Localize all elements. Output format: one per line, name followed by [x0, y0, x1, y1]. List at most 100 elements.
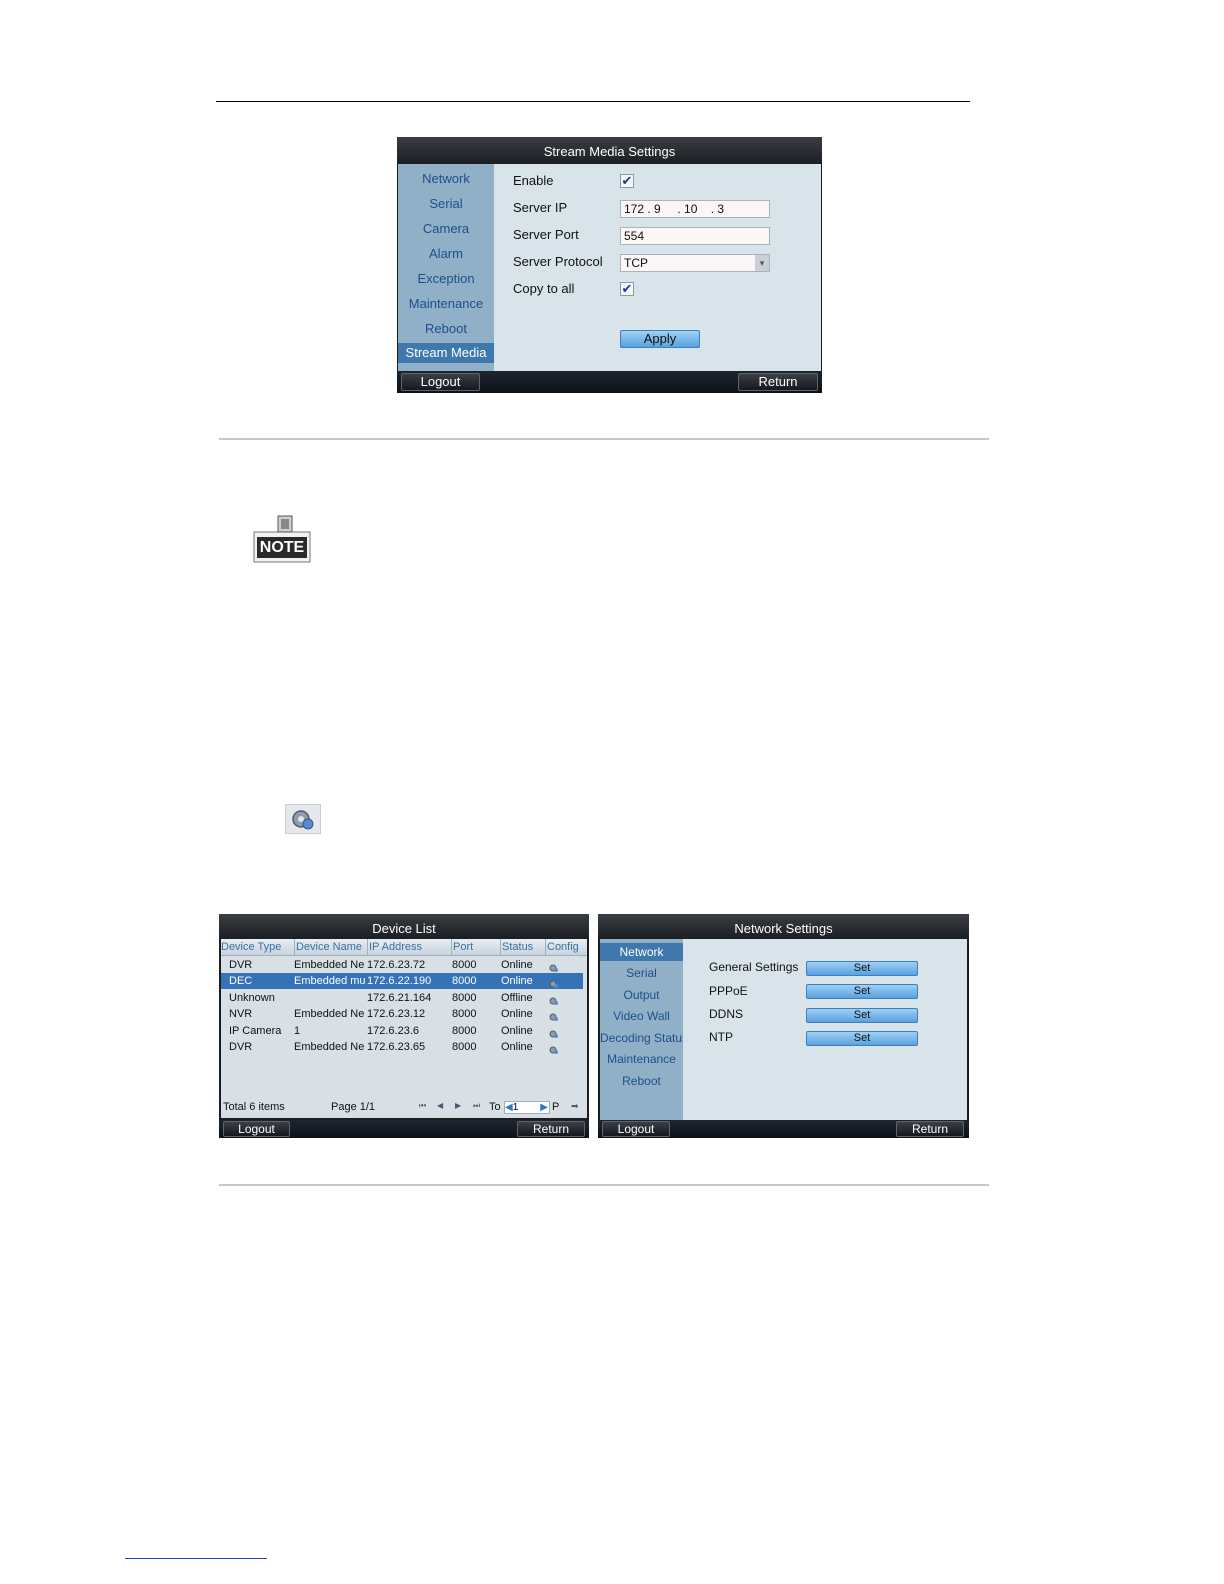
next-page-icon[interactable]: ▶	[455, 1101, 461, 1110]
sidebar-item-decoding-status[interactable]: Decoding Status	[600, 1031, 688, 1047]
return-button[interactable]: Return	[517, 1121, 585, 1137]
sidebar-item-network[interactable]: Network	[600, 943, 683, 961]
note-icon-text: NOTE	[259, 539, 305, 556]
col-device-name[interactable]: Device Name	[294, 939, 368, 955]
table-row[interactable]: IP Camera 1 172.6.23.6 8000 Online	[221, 1023, 583, 1039]
page-indicator: Page 1/1	[331, 1101, 376, 1113]
sidebar-item-exception[interactable]: Exception	[398, 271, 494, 287]
last-page-icon[interactable]: ⏭	[473, 1101, 480, 1111]
col-status[interactable]: Status	[500, 939, 544, 955]
cell-ip-address: 172.6.23.65	[367, 1041, 426, 1053]
first-page-icon[interactable]: ⏮	[419, 1101, 426, 1111]
table-row[interactable]: Unknown 172.6.21.164 8000 Offline	[221, 990, 583, 1006]
sidebar-item-maintenance[interactable]: Maintenance	[600, 1052, 683, 1068]
device-table-panel: Device Type Device Name IP Address Port …	[221, 939, 587, 1118]
cell-device-type: DVR	[229, 1041, 253, 1053]
table-row[interactable]: DVR Embedded Ne 172.6.23.72 8000 Online	[221, 957, 583, 973]
col-config[interactable]: Config	[545, 939, 585, 955]
config-gear-icon[interactable]	[549, 1009, 559, 1022]
network-sidebar: Network Serial Output Video Wall Decodin…	[600, 939, 688, 1120]
config-gear-icon[interactable]	[549, 993, 559, 1005]
cell-port: 8000	[452, 975, 477, 988]
table-row[interactable]: DEC Embedded mu 172.6.22.190 8000 Online	[221, 973, 583, 990]
stream-media-dialog: Stream Media Settings Network Serial Cam…	[397, 137, 822, 393]
copy-to-all-label: Copy to all	[513, 281, 575, 296]
config-gear-icon[interactable]	[549, 1026, 559, 1038]
cell-ip-address: 172.6.23.12	[367, 1008, 426, 1021]
page-input-left-icon[interactable]: ◀	[505, 1102, 513, 1113]
server-ip-label: Server IP	[513, 200, 568, 215]
cell-ip-address: 172.6.21.164	[367, 991, 432, 1004]
sidebar-item-alarm[interactable]: Alarm	[398, 246, 494, 262]
cell-device-type: DEC	[229, 975, 253, 988]
prev-page-icon[interactable]: ◀	[437, 1101, 443, 1110]
enable-checkbox[interactable]: ✔	[620, 174, 634, 188]
sidebar-item-serial[interactable]: Serial	[600, 966, 683, 982]
sidebar-item-video-wall[interactable]: Video Wall	[600, 1009, 683, 1025]
table-row[interactable]: DVR Embedded Ne 172.6.23.65 8000 Online	[221, 1039, 583, 1055]
footer-link-rule	[125, 1558, 267, 1559]
return-button[interactable]: Return	[738, 373, 818, 391]
sidebar-item-reboot[interactable]: Reboot	[398, 321, 494, 337]
page-input[interactable]: ◀1 ▶	[504, 1101, 550, 1114]
cell-port: 8000	[452, 1024, 477, 1037]
table-row[interactable]: NVR Embedded Ne 172.6.23.12 8000 Online	[221, 1006, 583, 1022]
chevron-down-icon[interactable]: ▾	[755, 255, 769, 271]
go-arrow-icon[interactable]: ➡	[571, 1101, 579, 1112]
col-device-type[interactable]: Device Type	[221, 939, 293, 955]
cell-device-name: 1	[294, 1024, 301, 1037]
sidebar: Network Serial Camera Alarm Exception Ma…	[398, 164, 494, 371]
sidebar-item-output[interactable]: Output	[600, 988, 683, 1004]
col-ip-address[interactable]: IP Address	[367, 939, 451, 955]
col-port[interactable]: Port	[451, 939, 499, 955]
config-gear-icon[interactable]	[549, 960, 559, 972]
cell-device-name: Embedded Ne	[294, 959, 365, 971]
cell-port: 8000	[452, 1008, 477, 1021]
logout-button[interactable]: Logout	[223, 1121, 290, 1137]
settings-panel: Enable ✔ Server IP 172 . 9 . 10 . 3 Serv…	[494, 164, 821, 371]
pppoe-set-button[interactable]: Set	[806, 984, 918, 999]
cell-ip-address: 172.6.22.190	[367, 975, 432, 988]
return-button[interactable]: Return	[896, 1121, 964, 1137]
cell-ip-address: 172.6.23.6	[367, 1024, 419, 1037]
cell-status: Online	[501, 959, 533, 971]
sidebar-item-stream-media[interactable]: Stream Media	[398, 343, 494, 363]
server-protocol-select[interactable]: TCP ▾	[620, 254, 770, 272]
cell-port: 8000	[452, 959, 477, 971]
device-list-title: Device List	[219, 914, 589, 939]
general-settings-label: General Settings	[709, 960, 799, 974]
config-gear-icon[interactable]	[549, 976, 559, 989]
sidebar-item-maintenance[interactable]: Maintenance	[398, 296, 494, 312]
cell-port: 8000	[452, 1041, 477, 1053]
cell-device-type: Unknown	[229, 991, 275, 1004]
device-list-dialog: Device List Device Type Device Name IP A…	[219, 914, 589, 1138]
config-gear-icon[interactable]	[549, 1042, 559, 1054]
total-items: Total 6 items	[223, 1101, 285, 1113]
ddns-set-button[interactable]: Set	[806, 1008, 918, 1023]
apply-button[interactable]: Apply	[620, 330, 700, 348]
cell-device-name: Embedded mu	[294, 975, 366, 988]
device-table-body: DVR Embedded Ne 172.6.23.72 8000 Online DEC Em…	[221, 957, 587, 1067]
enable-label: Enable	[513, 173, 554, 188]
network-settings-title: Network Settings	[598, 914, 969, 939]
ddns-label: DDNS	[709, 1007, 744, 1021]
device-list-footer: Logout Return	[219, 1120, 589, 1138]
figure-rule-bottom	[219, 1184, 989, 1186]
dialog-footer: Logout Return	[397, 371, 822, 393]
cell-device-type: NVR	[229, 1008, 253, 1021]
copy-to-all-checkbox[interactable]: ✔	[620, 282, 634, 296]
cell-device-name: Embedded Ne	[294, 1008, 365, 1021]
logout-button[interactable]: Logout	[602, 1121, 670, 1137]
general-settings-set-button[interactable]: Set	[806, 961, 918, 976]
sidebar-item-reboot[interactable]: Reboot	[600, 1074, 683, 1090]
ntp-set-button[interactable]: Set	[806, 1031, 918, 1046]
logout-button[interactable]: Logout	[401, 373, 480, 391]
sidebar-item-serial[interactable]: Serial	[398, 196, 494, 212]
sidebar-item-camera[interactable]: Camera	[398, 221, 494, 237]
cell-ip-address: 172.6.23.72	[367, 959, 426, 971]
server-ip-field[interactable]: 172 . 9 . 10 . 3	[620, 200, 770, 218]
sidebar-item-network[interactable]: Network	[398, 171, 494, 187]
cell-status: Online	[501, 1041, 533, 1053]
page-input-right-icon[interactable]: ▶	[540, 1102, 548, 1113]
server-port-field[interactable]: 554	[620, 227, 770, 245]
